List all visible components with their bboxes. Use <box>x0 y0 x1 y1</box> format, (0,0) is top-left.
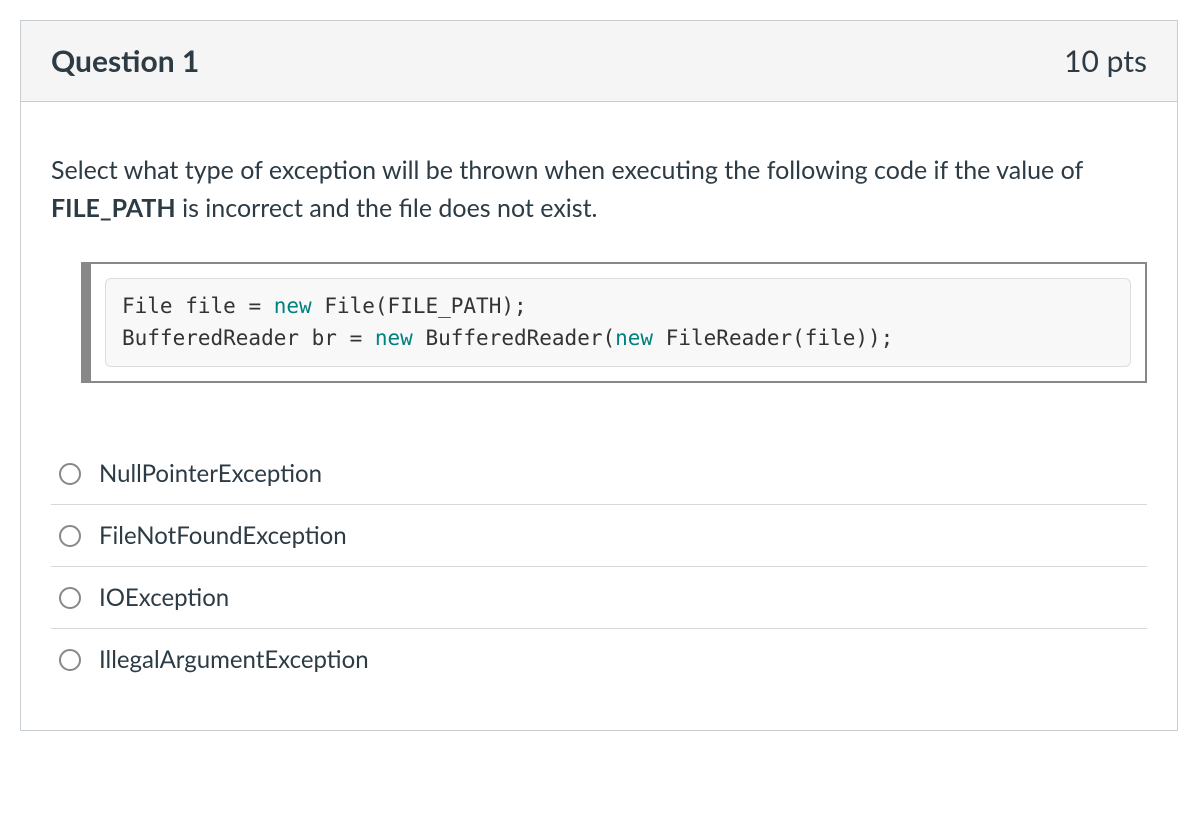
code-l2-sp3 <box>653 326 666 350</box>
code-l1-type: File file <box>122 294 248 318</box>
question-title: Question 1 <box>51 43 199 79</box>
radio-icon[interactable] <box>59 587 81 609</box>
code-l2-call2: FileReader(file)); <box>666 326 894 350</box>
code-l2-call1: BufferedReader( <box>425 326 615 350</box>
prompt-pre: Select what type of exception will be th… <box>51 155 1083 185</box>
option-row[interactable]: NullPointerException <box>51 443 1147 505</box>
question-body: Select what type of exception will be th… <box>21 102 1177 730</box>
radio-icon[interactable] <box>59 463 81 485</box>
question-points: 10 pts <box>1064 43 1147 79</box>
code-l1-eq: = <box>248 294 261 318</box>
option-row[interactable]: FileNotFoundException <box>51 505 1147 567</box>
option-label: IllegalArgumentException <box>99 645 369 674</box>
code-l1-new: new <box>274 294 312 318</box>
option-label: NullPointerException <box>99 459 322 488</box>
option-row[interactable]: IOException <box>51 567 1147 629</box>
question-header: Question 1 10 pts <box>21 21 1177 102</box>
question-card: Question 1 10 pts Select what type of ex… <box>20 20 1178 731</box>
code-l2-eq: = <box>350 326 363 350</box>
code-block: File file = new File(FILE_PATH); Buffere… <box>105 278 1131 367</box>
code-l1-call: File(FILE_PATH); <box>324 294 526 318</box>
option-row[interactable]: IllegalArgumentException <box>51 629 1147 690</box>
question-prompt: Select what type of exception will be th… <box>51 152 1147 227</box>
option-label: IOException <box>99 583 229 612</box>
code-l2-sp1 <box>362 326 375 350</box>
radio-icon[interactable] <box>59 525 81 547</box>
code-l2-type: BufferedReader br <box>122 326 350 350</box>
prompt-bold: FILE_PATH <box>51 193 176 223</box>
prompt-post: is incorrect and the file does not exist… <box>176 193 598 223</box>
code-l1-sp2 <box>312 294 325 318</box>
code-block-wrapper: File file = new File(FILE_PATH); Buffere… <box>81 262 1147 383</box>
code-l2-new1: new <box>375 326 413 350</box>
code-l1-sp1 <box>261 294 274 318</box>
code-l2-new2: new <box>615 326 653 350</box>
code-l2-sp2 <box>413 326 426 350</box>
answer-options: NullPointerException FileNotFoundExcepti… <box>51 443 1147 690</box>
option-label: FileNotFoundException <box>99 521 347 550</box>
radio-icon[interactable] <box>59 649 81 671</box>
